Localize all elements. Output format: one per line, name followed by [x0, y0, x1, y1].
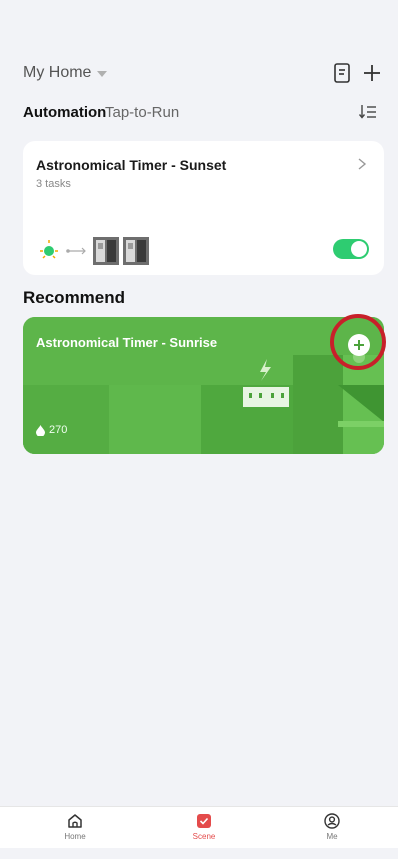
automation-card[interactable]: Astronomical Timer - Sunset 3 tasks	[23, 141, 384, 275]
home-selector[interactable]: My Home	[23, 64, 108, 82]
recommend-card-count: 270	[36, 424, 67, 436]
device-icon	[93, 237, 119, 265]
edit-list-icon[interactable]	[331, 62, 353, 84]
caret-down-icon	[97, 71, 108, 77]
automation-toggle[interactable]	[333, 239, 369, 259]
home-icon	[68, 814, 82, 828]
drop-icon	[36, 424, 45, 436]
home-title: My Home	[23, 64, 92, 81]
toggle-knob	[351, 241, 367, 257]
profile-icon	[324, 813, 340, 829]
recommend-heading: Recommend	[23, 288, 126, 307]
tab-automation[interactable]: Automation	[23, 104, 106, 121]
scene-tabs: Automation Tap-to-Run	[0, 100, 398, 126]
recommend-count-value: 270	[49, 424, 68, 436]
nav-home[interactable]: Home	[45, 812, 105, 841]
system-bar	[0, 848, 398, 859]
sun-icon	[40, 240, 58, 259]
recommend-card-title: Astronomical Timer - Sunrise	[36, 335, 218, 350]
arrow-icon	[66, 247, 86, 255]
nav-scene[interactable]: Scene	[174, 812, 234, 841]
task-icons-row	[40, 237, 149, 265]
scene-check-icon	[197, 814, 211, 828]
device-icon	[123, 237, 149, 265]
nav-scene-label: Scene	[192, 832, 216, 841]
automation-title: Astronomical Timer - Sunset	[36, 157, 227, 173]
tab-tap-to-run[interactable]: Tap-to-Run	[105, 104, 179, 121]
nav-me[interactable]: Me	[302, 812, 362, 841]
automation-subtitle: 3 tasks	[36, 178, 71, 190]
sort-icon[interactable]	[358, 102, 378, 122]
nav-me-label: Me	[326, 832, 338, 841]
highlight-ring	[330, 314, 386, 370]
plus-icon[interactable]	[361, 62, 383, 84]
header: My Home	[0, 60, 398, 90]
chevron-right-icon[interactable]	[356, 157, 368, 171]
bottom-nav: Home Scene Me	[0, 806, 398, 848]
nav-home-label: Home	[64, 832, 86, 841]
